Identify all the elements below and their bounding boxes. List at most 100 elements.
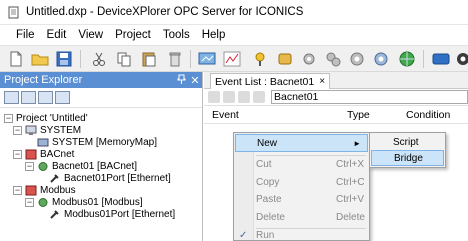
submenu-item-script[interactable]: Script xyxy=(371,134,444,150)
title-bar: Untitled.dxp - DeviceXPlorer OPC Server … xyxy=(0,0,468,25)
tab-strip: Event List : Bacnet01 × xyxy=(204,72,468,89)
cut-icon[interactable] xyxy=(88,49,109,69)
group-gear-icon[interactable] xyxy=(322,49,343,69)
menu-tools[interactable]: Tools xyxy=(157,25,196,45)
view-list-icon[interactable] xyxy=(21,91,36,104)
tree-item-label: Project 'Untitled' xyxy=(16,112,88,124)
menu-item-new[interactable]: New ► xyxy=(235,134,368,152)
tree-item-bacnet01[interactable]: − Bacnet01 [BACnet] xyxy=(25,160,137,172)
search-icon[interactable] xyxy=(238,91,250,103)
collapse-icon[interactable]: − xyxy=(13,125,22,135)
context-menu: New ► Cut Ctrl+X Copy Ctrl+C Paste Ctrl+… xyxy=(233,132,370,241)
system-computer-icon xyxy=(25,125,37,136)
address-bar: Bacnet01 xyxy=(204,89,468,106)
tree-item-label: SYSTEM [MemoryMap] xyxy=(52,136,158,148)
pin-icon[interactable] xyxy=(174,74,188,87)
menu-edit[interactable]: Edit xyxy=(41,25,73,45)
window-title: Untitled.dxp - DeviceXPlorer OPC Server … xyxy=(26,6,304,18)
tree-item-system[interactable]: − SYSTEM xyxy=(13,124,81,136)
menu-view[interactable]: View xyxy=(72,25,109,45)
menu-project[interactable]: Project xyxy=(109,25,157,45)
collapse-icon[interactable]: − xyxy=(4,113,13,123)
menu-item-paste[interactable]: Paste Ctrl+V xyxy=(235,190,368,208)
port-plug-icon xyxy=(49,209,61,220)
globe-icon[interactable] xyxy=(396,49,417,69)
tree-item-modbus01[interactable]: − Modbus01 [Modbus] xyxy=(25,196,143,208)
address-field[interactable]: Bacnet01 xyxy=(271,90,468,104)
open-folder-icon[interactable] xyxy=(29,49,50,69)
monitor-icon[interactable] xyxy=(196,49,217,69)
menu-item-shortcut: Delete xyxy=(336,211,365,223)
add-device-icon[interactable] xyxy=(274,49,295,69)
menu-item-label: Delete xyxy=(256,211,285,223)
column-header-event[interactable]: Event xyxy=(212,109,239,121)
menu-file[interactable]: File xyxy=(10,25,41,45)
device-gear-icon xyxy=(37,197,49,208)
view-details-icon[interactable] xyxy=(38,91,53,104)
tree-item-system-memorymap[interactable]: SYSTEM [MemoryMap] xyxy=(37,136,157,148)
tree-item-label: Bacnet01Port [Ethernet] xyxy=(64,172,171,184)
project-explorer-toolbar xyxy=(0,88,202,108)
column-headers: Event Type Condition xyxy=(204,106,468,124)
submenu-item-bridge[interactable]: Bridge xyxy=(371,150,444,166)
runtime-icon[interactable] xyxy=(430,49,451,69)
tree-item-modbus01port[interactable]: Modbus01Port [Ethernet] xyxy=(49,208,175,220)
column-header-condition[interactable]: Condition xyxy=(406,109,450,121)
connect-gear-icon[interactable] xyxy=(370,49,391,69)
close-icon[interactable]: ✕ xyxy=(188,74,202,87)
tree-item-label: SYSTEM xyxy=(40,124,82,136)
device-icon xyxy=(37,137,49,148)
menu-item-run[interactable]: ✓ Run xyxy=(235,229,368,241)
close-tab-icon[interactable]: × xyxy=(319,76,325,87)
checkmark-icon: ✓ xyxy=(239,229,248,241)
main-toolbar xyxy=(0,45,468,72)
menu-item-copy[interactable]: Copy Ctrl+C xyxy=(235,173,368,191)
settings-gear-icon[interactable] xyxy=(346,49,367,69)
delete-icon[interactable] xyxy=(164,49,185,69)
tree-item-bacnet01port[interactable]: Bacnet01Port [Ethernet] xyxy=(49,172,171,184)
app-document-icon xyxy=(7,6,20,19)
menu-item-label: Cut xyxy=(256,158,272,170)
toolbar-separator xyxy=(80,50,81,68)
refresh-icon[interactable] xyxy=(253,91,265,103)
column-header-type[interactable]: Type xyxy=(347,109,370,121)
save-icon[interactable] xyxy=(53,49,74,69)
tag-gear-icon[interactable] xyxy=(298,49,319,69)
back-icon[interactable] xyxy=(208,91,220,103)
toolbar-separator xyxy=(423,50,424,68)
copy-icon[interactable] xyxy=(113,49,134,69)
project-explorer-panel: Project Explorer ✕ − Project 'Untitled' … xyxy=(0,72,203,241)
tab-label: Event List : Bacnet01 xyxy=(215,75,315,88)
tree-item-label: BACnet xyxy=(40,148,75,160)
view-tree-icon[interactable] xyxy=(55,91,70,104)
tree-item-label: Bacnet01 [BACnet] xyxy=(52,160,138,172)
toolbar-separator xyxy=(190,50,191,68)
collapse-icon[interactable]: − xyxy=(13,149,22,159)
menu-item-cut[interactable]: Cut Ctrl+X xyxy=(235,155,368,173)
project-explorer-title: Project Explorer xyxy=(4,74,83,86)
menu-item-shortcut: Ctrl+X xyxy=(336,158,365,170)
new-submenu: Script Bridge xyxy=(369,132,446,168)
bacnet-network-icon xyxy=(25,149,37,160)
collapse-icon[interactable]: − xyxy=(25,161,34,171)
menu-help[interactable]: Help xyxy=(196,25,232,45)
view-device-icon[interactable] xyxy=(4,91,19,104)
menu-item-label: Paste xyxy=(256,193,282,205)
collapse-icon[interactable]: − xyxy=(13,185,22,195)
paste-icon[interactable] xyxy=(138,49,159,69)
tree-item-bacnet[interactable]: − BACnet xyxy=(13,148,74,160)
options-gear-icon[interactable] xyxy=(452,49,468,69)
collapse-icon[interactable]: − xyxy=(25,197,34,207)
menu-item-shortcut: Ctrl+C xyxy=(336,176,365,188)
forward-icon[interactable] xyxy=(223,91,235,103)
device-gear-icon xyxy=(37,161,49,172)
tree-item-project[interactable]: − Project 'Untitled' xyxy=(4,112,88,124)
trend-chart-icon[interactable] xyxy=(221,49,242,69)
menu-item-label: New xyxy=(257,137,278,149)
add-channel-icon[interactable] xyxy=(250,49,271,69)
tab-event-list[interactable]: Event List : Bacnet01 × xyxy=(210,73,331,89)
menu-item-delete[interactable]: Delete Delete xyxy=(235,208,368,226)
new-file-icon[interactable] xyxy=(5,49,26,69)
tree-item-modbus[interactable]: − Modbus xyxy=(13,184,76,196)
tree-item-label: Modbus01Port [Ethernet] xyxy=(64,208,176,220)
